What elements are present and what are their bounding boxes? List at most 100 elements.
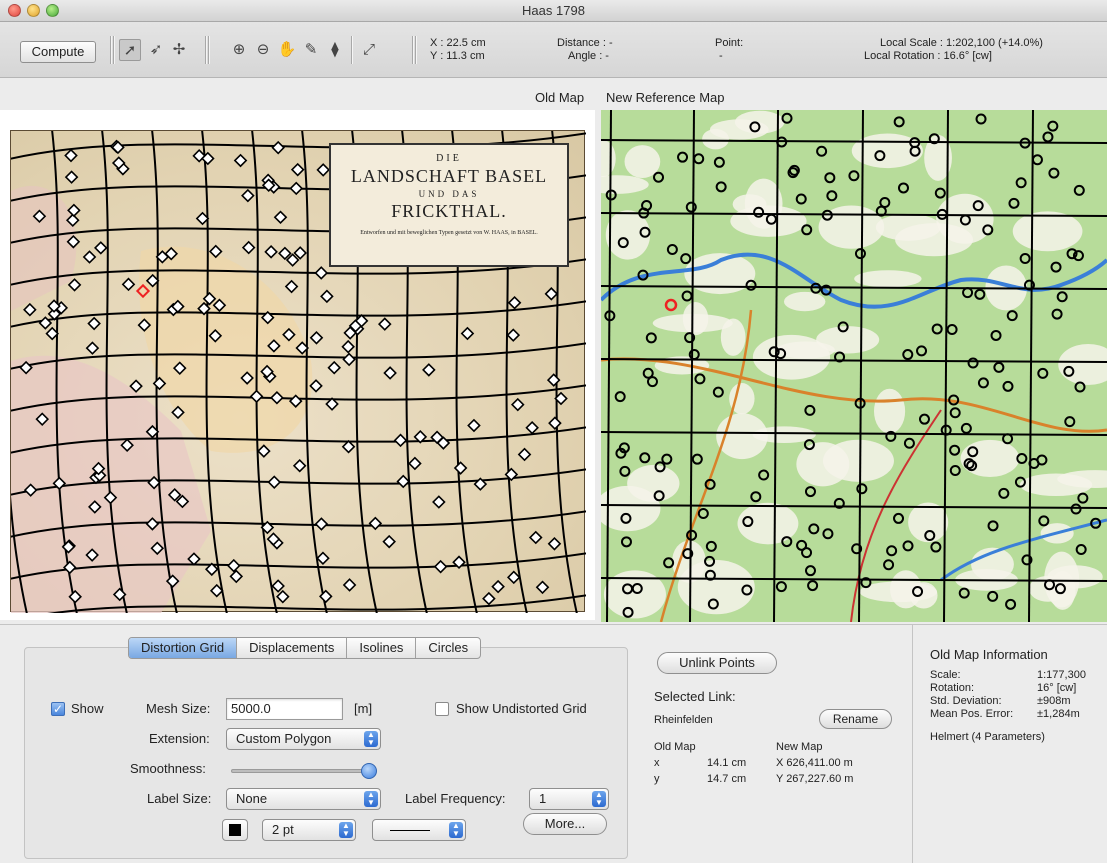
toolbar-separator <box>110 36 111 64</box>
fit-view-icon[interactable]: ⤢ <box>358 39 380 61</box>
link-point <box>433 559 448 574</box>
open-land <box>908 502 949 543</box>
toolbar-separator <box>415 36 416 64</box>
line-style-sample <box>390 830 430 832</box>
panel-divider <box>912 625 913 863</box>
toolbar-separator <box>412 36 413 64</box>
smoothness-slider-knob[interactable] <box>361 763 377 779</box>
link-point <box>544 287 559 301</box>
link-point <box>525 420 539 435</box>
selected-link-name: Rheinfelden <box>654 714 713 726</box>
old-y-value: 14.7 cm <box>707 773 747 785</box>
line-color-well[interactable] <box>222 819 248 841</box>
zoom-window-button[interactable] <box>46 4 59 17</box>
tab-circles[interactable]: Circles <box>416 638 480 658</box>
open-land <box>1012 211 1083 252</box>
mesh-size-label: Mesh Size: <box>146 701 211 716</box>
new-map-column-header: New Map <box>776 741 823 753</box>
local-scale-readout: Local Scale : 1:202,100 (+14.0%) <box>880 37 1043 49</box>
label-size-value: None <box>236 791 268 806</box>
label-frequency-value: 1 <box>539 791 547 806</box>
more-button[interactable]: More... <box>523 813 607 835</box>
tab-isolines[interactable]: Isolines <box>347 638 417 658</box>
new-y-value: Y 267,227.60 m <box>776 773 854 785</box>
pen-pointer-icon[interactable]: ⧫ <box>324 39 346 61</box>
cartouche-line: UND DAS <box>418 189 480 199</box>
link-point <box>368 516 383 531</box>
minimize-window-button[interactable] <box>27 4 40 17</box>
zoom-out-icon[interactable]: ⊖ <box>252 39 274 61</box>
open-land <box>822 439 894 482</box>
link-point <box>327 360 342 375</box>
tab-bar: Distortion Grid Displacements Isolines C… <box>128 637 482 659</box>
extension-label: Extension: <box>149 731 210 746</box>
open-land <box>732 194 767 215</box>
label-size-select[interactable]: None ▲ ▼ <box>226 788 381 810</box>
line-style-select[interactable]: ▲ ▼ <box>372 819 466 841</box>
link-point <box>94 241 108 255</box>
x-readout: X : 22.5 cm <box>430 37 486 49</box>
link-point <box>377 317 392 331</box>
open-land <box>874 388 906 434</box>
cartouche-line: Entworfen und mit beweglichen Typen gese… <box>360 230 538 236</box>
toolbar-separator <box>208 36 209 64</box>
point-value: - <box>719 50 723 62</box>
cartouche-line: DIE <box>436 153 462 164</box>
label-frequency-select[interactable]: 1 ▲ ▼ <box>529 788 609 810</box>
cartouche-line: FRICKTHAL. <box>391 201 507 221</box>
link-point <box>506 570 521 585</box>
pan-hand-icon[interactable]: ✋ <box>276 39 298 61</box>
point-label: Point: <box>715 37 744 49</box>
link-point <box>491 579 505 594</box>
rename-button[interactable]: Rename <box>819 709 892 729</box>
toolbar-separator <box>351 36 352 64</box>
link-point <box>226 558 241 573</box>
map-region <box>11 185 77 311</box>
window-controls <box>8 4 59 17</box>
link-point <box>273 210 288 225</box>
link-point <box>276 589 290 604</box>
zoom-in-icon[interactable]: ⊕ <box>228 39 250 61</box>
open-land <box>624 145 661 179</box>
show-grid-checkbox[interactable]: ✓ <box>51 702 65 716</box>
grid-settings-panel: ✓ Show Mesh Size: 5000.0 [m] Show Undist… <box>24 647 628 859</box>
old-x-value: 14.1 cm <box>707 757 747 769</box>
measure-ruler-icon[interactable]: ✎ <box>300 39 322 61</box>
tab-displacements[interactable]: Displacements <box>237 638 348 658</box>
show-undistorted-grid-checkbox[interactable] <box>435 702 449 716</box>
new-x-value: X 626,411.00 m <box>776 757 853 769</box>
select-arrow-icon[interactable]: ➚ <box>119 39 141 61</box>
link-point <box>547 537 562 551</box>
smoothness-label: Smoothness: <box>130 761 206 776</box>
compute-button[interactable]: Compute <box>20 41 96 63</box>
link-point <box>341 439 356 454</box>
move-point-arrow-icon[interactable]: ✢ <box>168 39 190 61</box>
mean-pos-error-value: ±1,284m <box>1037 708 1080 720</box>
rotation-label: Rotation: <box>930 682 975 694</box>
link-point <box>271 579 285 593</box>
selected-link-label: Selected Link: <box>654 689 736 704</box>
link-point <box>241 240 256 255</box>
link-point <box>382 534 396 549</box>
extension-select[interactable]: Custom Polygon ▲ ▼ <box>226 728 381 750</box>
unlink-points-button[interactable]: Unlink Points <box>657 652 777 674</box>
link-point <box>316 163 330 177</box>
line-color-swatch <box>229 824 241 836</box>
tab-distortion-grid[interactable]: Distortion Grid <box>129 638 238 658</box>
std-deviation-value: ±908m <box>1037 695 1071 707</box>
old-map-title: Old Map <box>535 90 585 105</box>
add-point-arrow-icon[interactable]: ➶ <box>145 39 167 61</box>
line-width-select[interactable]: 2 pt ▲ ▼ <box>262 819 356 841</box>
close-window-button[interactable] <box>8 4 21 17</box>
link-point <box>267 475 282 489</box>
old-map-view[interactable]: DIE LANDSCHAFT BASEL UND DAS FRICKTHAL. … <box>0 110 595 620</box>
extension-value: Custom Polygon <box>236 731 332 746</box>
new-reference-map-view[interactable] <box>601 110 1107 622</box>
link-point <box>284 279 299 294</box>
scale-label: Scale: <box>930 669 961 681</box>
mesh-size-input[interactable]: 5000.0 <box>226 698 343 720</box>
local-rotation-readout: Local Rotation : 16.6° [cw] <box>864 50 992 62</box>
smoothness-slider[interactable] <box>231 769 371 773</box>
link-point <box>85 341 100 355</box>
distance-readout: Distance : - <box>557 37 613 49</box>
